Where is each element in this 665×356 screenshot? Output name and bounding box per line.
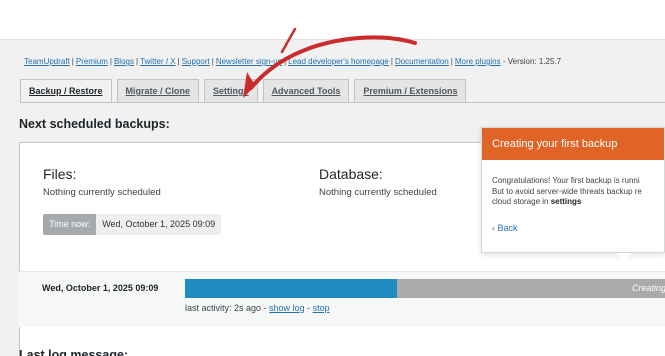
tour-back-button[interactable]: ‹ Back xyxy=(492,223,518,233)
stop-link[interactable]: stop xyxy=(313,303,330,313)
link-separator: | xyxy=(71,57,74,66)
chevron-left-icon: ‹ xyxy=(492,223,495,233)
tour-line-2: But to avoid server-wide threats backup … xyxy=(492,186,642,196)
time-now-value: Wed, October 1, 2025 09:09 xyxy=(96,214,222,235)
link-newsletter[interactable]: Newsletter sign-up xyxy=(216,57,282,66)
next-scheduled-title: Next scheduled backups: xyxy=(19,117,170,131)
job-activity: last activity: 2s ago - show log - stop xyxy=(185,303,330,313)
activity-separator: - xyxy=(304,303,313,313)
database-status: Nothing currently scheduled xyxy=(319,187,437,198)
files-heading: Files: xyxy=(43,166,77,182)
last-log-title: Last log message: xyxy=(19,348,129,356)
tour-pointer xyxy=(616,253,632,261)
tour-popup: Creating your first backup Congratulatio… xyxy=(481,127,665,261)
files-status: Nothing currently scheduled xyxy=(43,187,161,198)
tab-advanced-tools[interactable]: Advanced Tools xyxy=(262,79,350,102)
running-backup-row: Wed, October 1, 2025 09:09 Creating fi l… xyxy=(19,271,665,327)
link-separator: | xyxy=(284,57,287,66)
progress-status-text: Creating fi xyxy=(631,283,665,293)
link-teamupdraft[interactable]: TeamUpdraft xyxy=(24,57,70,66)
plugin-links-row: TeamUpdraft | Premium | Blogs | Twitter / X | Su… xyxy=(24,57,561,66)
link-separator: | xyxy=(390,57,393,66)
backup-progress-fill xyxy=(185,279,398,298)
link-separator: | xyxy=(211,57,214,66)
link-more-plugins[interactable]: More plugins xyxy=(455,57,501,66)
tour-settings-word: settings xyxy=(550,197,582,206)
link-lead-developer[interactable]: Lead developer's homepage xyxy=(288,57,389,66)
link-documentation[interactable]: Documentation xyxy=(395,57,449,66)
link-blogs[interactable]: Blogs xyxy=(114,57,134,66)
tour-line-1: Congratulations! Your first backup is ru… xyxy=(492,176,640,185)
link-premium[interactable]: Premium xyxy=(76,57,108,66)
link-separator: | xyxy=(109,57,112,66)
tabs-divider xyxy=(20,102,665,103)
time-now-label: Time now: xyxy=(43,214,97,235)
last-activity-text: last activity: 2s ago - xyxy=(185,303,270,313)
link-twitter[interactable]: Twitter / X xyxy=(140,57,176,66)
tour-popup-title: Creating your first backup xyxy=(482,128,664,160)
tour-back-label: Back xyxy=(497,223,518,233)
top-bar xyxy=(0,0,665,40)
tab-premium-extensions[interactable]: Premium / Extensions xyxy=(354,79,467,102)
tab-settings[interactable]: Settings xyxy=(204,79,258,102)
database-heading: Database: xyxy=(319,166,383,182)
tour-line-3-text: cloud storage in xyxy=(492,197,551,206)
link-support[interactable]: Support xyxy=(182,57,210,66)
version-text: - Version: 1.25.7 xyxy=(500,57,562,66)
tour-line-3: cloud storage in settings xyxy=(492,197,654,208)
link-separator: | xyxy=(177,57,180,66)
backup-progress-bar: Creating fi xyxy=(185,279,665,298)
tab-migrate-clone[interactable]: Migrate / Clone xyxy=(116,79,200,102)
tour-popup-body: Congratulations! Your first backup is ru… xyxy=(482,160,664,208)
show-log-link[interactable]: show log xyxy=(269,303,305,313)
link-separator: | xyxy=(135,57,139,66)
nav-tabs: Backup / Restore Migrate / Clone Setting… xyxy=(20,79,467,103)
tab-backup-restore[interactable]: Backup / Restore xyxy=(20,79,112,103)
time-now-badge: Time now: Wed, October 1, 2025 09:09 xyxy=(43,214,222,235)
link-separator: | xyxy=(450,57,453,66)
job-date: Wed, October 1, 2025 09:09 xyxy=(42,283,159,293)
